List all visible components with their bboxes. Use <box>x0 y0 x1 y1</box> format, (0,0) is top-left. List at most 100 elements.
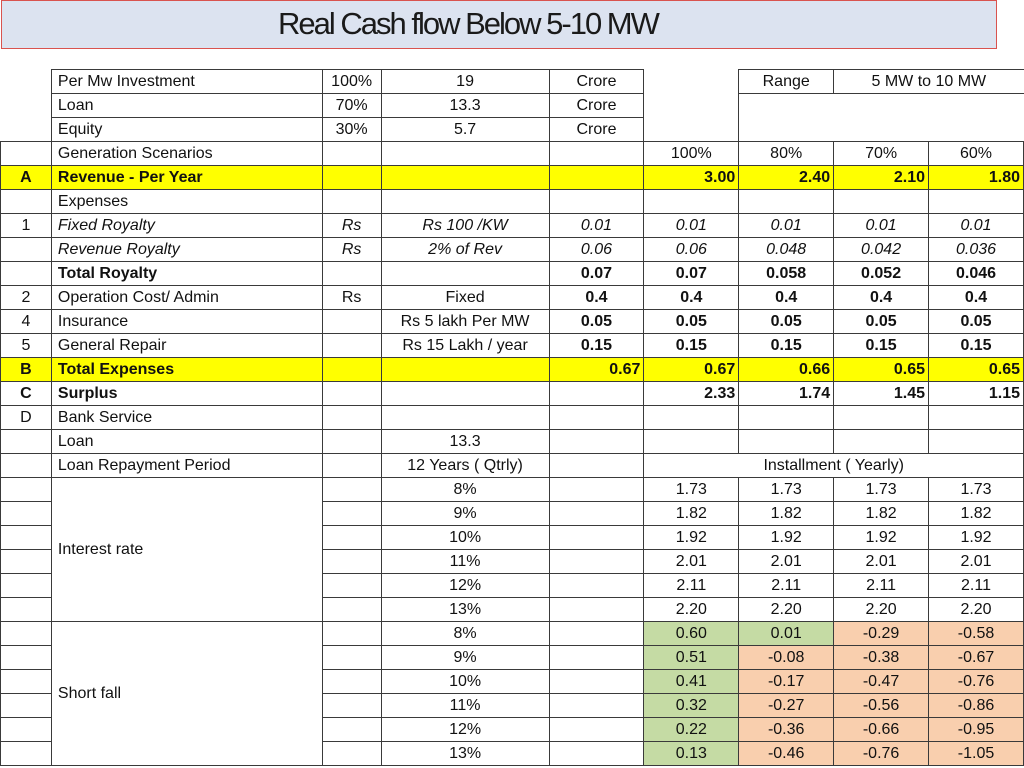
equity-unit: Crore <box>548 117 645 142</box>
value-cell: 0.15 <box>928 333 1024 358</box>
value-cell: 1.73 <box>738 477 835 502</box>
value-cell: 1.82 <box>643 501 740 526</box>
value-cell: 0.06 <box>548 237 645 262</box>
value-cell: 0.65 <box>833 357 930 382</box>
index-cell <box>0 525 52 550</box>
table-row: Generation Scenarios 100% 80% 70% 60% <box>0 141 1024 166</box>
value-cell: 0.05 <box>833 309 930 334</box>
value-cell <box>548 621 645 646</box>
value-cell: 0.22 <box>643 717 740 742</box>
value-cell: -0.76 <box>928 669 1024 694</box>
loan-row-label: Loan <box>50 429 323 454</box>
value-cell: 1.92 <box>833 525 930 550</box>
revenue-80: 2.40 <box>738 165 835 190</box>
basis-cell: Rs 100 /KW <box>380 213 550 238</box>
unit-cell <box>321 501 382 526</box>
value-cell: 1.45 <box>833 381 930 406</box>
revenue-100: 3.00 <box>643 165 740 190</box>
value-cell: 1.92 <box>738 525 835 550</box>
basis-cell: Fixed <box>380 285 550 310</box>
rate-cell: 8% <box>380 621 550 646</box>
expenses-label: Expenses <box>50 189 323 214</box>
index-cell <box>0 693 52 718</box>
value-cell: 0.66 <box>738 357 835 382</box>
value-cell: 0.01 <box>833 213 930 238</box>
value-cell: 1.82 <box>738 501 835 526</box>
revenue-60: 1.80 <box>928 165 1024 190</box>
value-cell: 2.11 <box>738 573 835 598</box>
table-row: Revenue Royalty Rs 2% of Rev 0.06 0.06 0… <box>0 237 1024 262</box>
title-banner: Real Cash flow Below 5-10 MW <box>1 0 997 49</box>
value-cell: -0.27 <box>738 693 835 718</box>
basis-cell: Rs 5 lakh Per MW <box>380 309 550 334</box>
row-index: C <box>0 381 52 406</box>
loan-label: Loan <box>50 93 323 118</box>
value-cell <box>548 717 645 742</box>
unit-cell <box>321 621 382 646</box>
index-cell <box>0 477 52 502</box>
value-cell: 2.11 <box>833 573 930 598</box>
rate-cell: 9% <box>380 645 550 670</box>
table-row: Per Mw Investment 100% 19 Crore Range 5 … <box>1 69 1024 94</box>
value-cell <box>548 645 645 670</box>
revenue-royalty-label: Revenue Royalty <box>50 237 323 262</box>
value-cell: -0.66 <box>833 717 930 742</box>
table-row: Loan 70% 13.3 Crore <box>1 93 1024 118</box>
repair-label: General Repair <box>50 333 323 358</box>
value-cell: -0.46 <box>738 741 835 766</box>
index-cell <box>0 621 52 646</box>
row-index: 1 <box>0 213 52 238</box>
index-cell <box>0 573 52 598</box>
value-cell: 0.4 <box>548 285 645 310</box>
value-cell: 0.51 <box>643 645 740 670</box>
rate-cell: 11% <box>380 693 550 718</box>
rate-cell: 8% <box>380 477 550 502</box>
value-cell: -0.86 <box>928 693 1024 718</box>
loan-pct: 70% <box>321 93 382 118</box>
revenue-70: 2.10 <box>833 165 930 190</box>
revenue-row: A Revenue - Per Year 3.00 2.40 2.10 1.80 <box>0 165 1024 190</box>
value-cell: 1.73 <box>643 477 740 502</box>
value-cell: 2.01 <box>643 549 740 574</box>
value-cell: 0.15 <box>643 333 740 358</box>
value-cell: 0.01 <box>738 621 835 646</box>
value-cell: 0.65 <box>928 357 1024 382</box>
table-row: Loan Repayment Period 12 Years ( Qtrly) … <box>0 453 1024 478</box>
index-cell <box>0 549 52 574</box>
value-cell: 0.4 <box>643 285 740 310</box>
unit-cell <box>321 741 382 766</box>
row-index: 5 <box>0 333 52 358</box>
loan-row-value: 13.3 <box>380 429 550 454</box>
rate-cell: 9% <box>380 501 550 526</box>
value-cell: 0.058 <box>738 261 835 286</box>
value-cell <box>548 693 645 718</box>
value-cell: 2.20 <box>738 597 835 622</box>
rate-cell: 10% <box>380 669 550 694</box>
surplus-row: C Surplus 2.33 1.74 1.45 1.15 <box>0 381 1024 406</box>
interest-label: Interest rate <box>50 477 323 622</box>
surplus-label: Surplus <box>50 381 323 406</box>
table-row: 2 Operation Cost/ Admin Rs Fixed 0.4 0.4… <box>0 285 1024 310</box>
value-cell: 2.01 <box>738 549 835 574</box>
table-row: 4 Insurance Rs 5 lakh Per MW 0.05 0.05 0… <box>0 309 1024 334</box>
value-cell: -0.76 <box>833 741 930 766</box>
value-cell: -0.47 <box>833 669 930 694</box>
total-expenses-label: Total Expenses <box>50 357 323 382</box>
value-cell: 0.32 <box>643 693 740 718</box>
row-index: 2 <box>0 285 52 310</box>
interest-section: Interest rate 8% 1.73 1.73 1.73 1.73 9% 1.82 1.8… <box>0 477 1024 622</box>
scenario-100: 100% <box>643 141 740 166</box>
unit-cell: Rs <box>321 213 382 238</box>
rate-cell: 11% <box>380 549 550 574</box>
investment-label: Per Mw Investment <box>50 69 323 94</box>
value-cell: 1.92 <box>928 525 1024 550</box>
index-cell <box>0 741 52 766</box>
row-index: B <box>0 357 52 382</box>
value-cell: 0.05 <box>738 309 835 334</box>
value-cell: 0.15 <box>548 333 645 358</box>
table-row: Loan 13.3 <box>0 429 1024 454</box>
rate-cell: 13% <box>380 597 550 622</box>
value-cell: 0.01 <box>928 213 1024 238</box>
unit-cell: Rs <box>321 285 382 310</box>
value-cell: -0.08 <box>738 645 835 670</box>
